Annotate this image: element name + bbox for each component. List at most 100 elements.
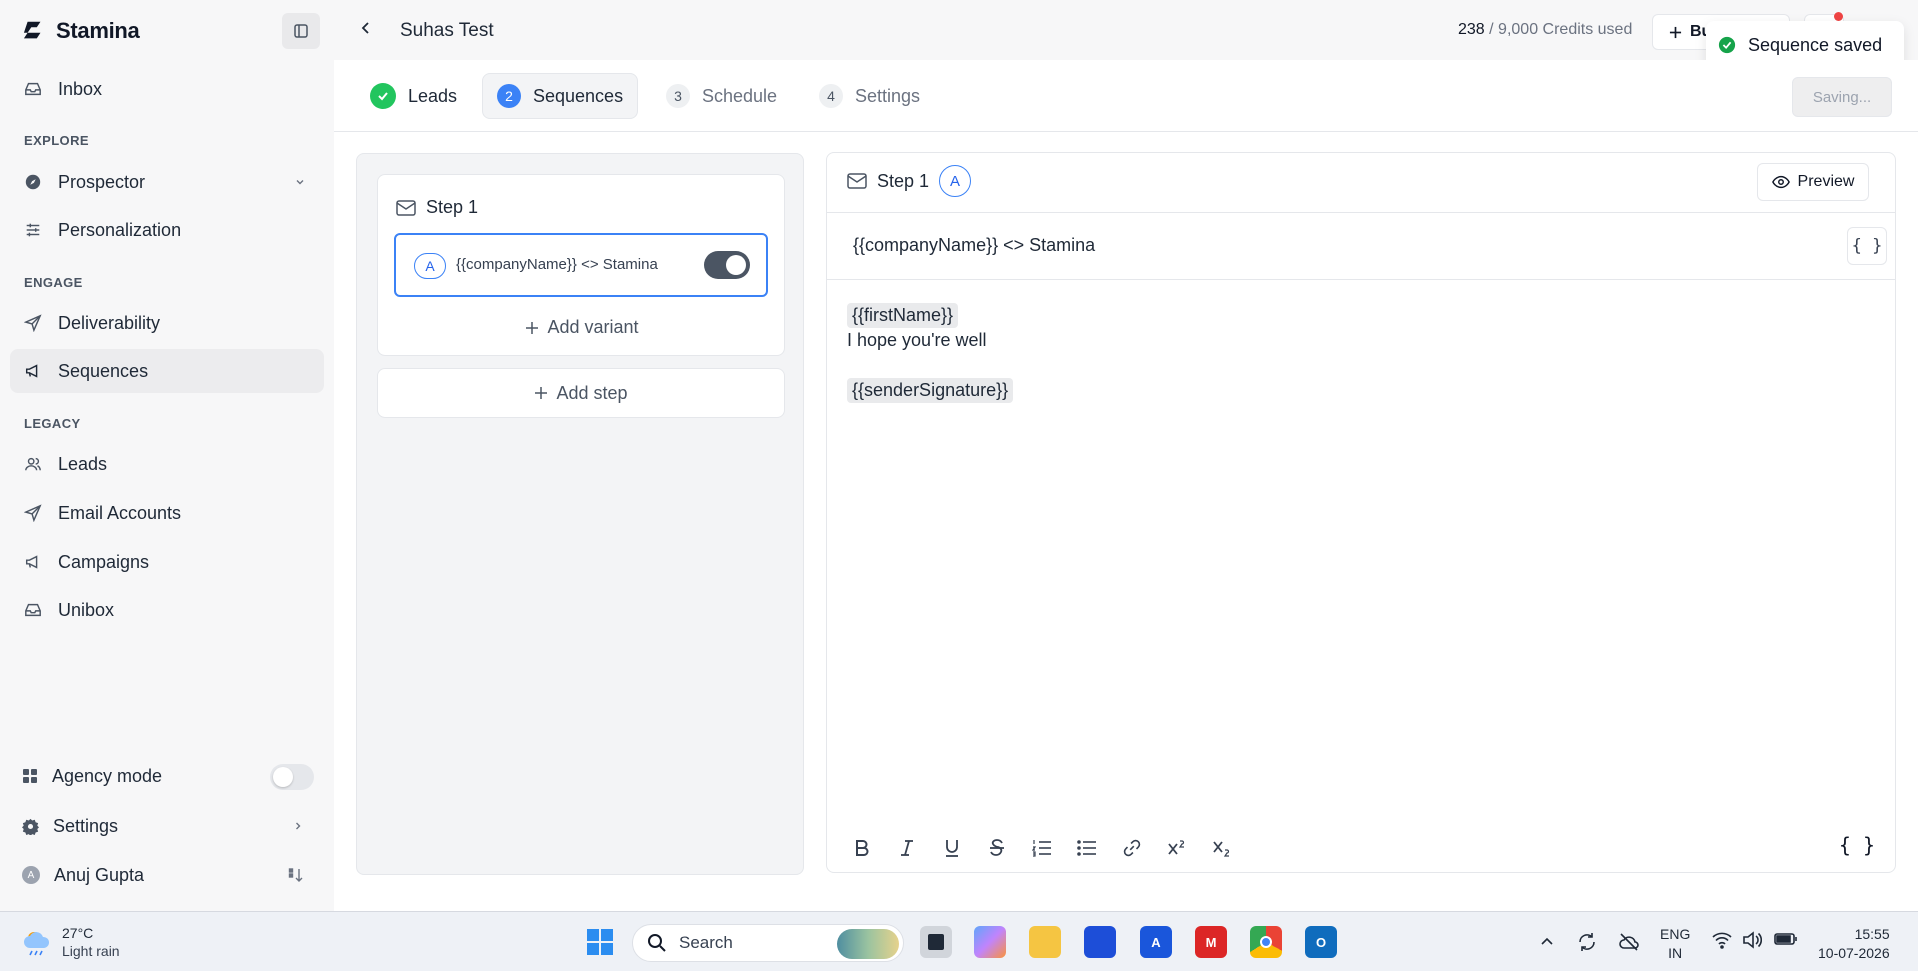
editor-step: Step 1 A (847, 165, 972, 197)
superscript-icon (1167, 840, 1184, 855)
file-explorer-icon[interactable] (1029, 926, 1061, 958)
sidebar-item-settings[interactable]: Settings (8, 804, 322, 848)
link-button[interactable] (1109, 833, 1154, 863)
credits-total: / 9,000 Credits used (1489, 21, 1633, 38)
add-variant-label: Add variant (547, 317, 639, 337)
insert-variable-button[interactable]: { } (1839, 833, 1875, 857)
save-button[interactable]: Saving... (1792, 77, 1892, 117)
step-card-header: Step 1 (396, 197, 478, 218)
editor-step-title: Step 1 (877, 170, 930, 191)
sidebar-item-personalization[interactable]: Personalization (10, 208, 324, 252)
microsoft-store-icon[interactable] (1084, 926, 1116, 958)
megaphone-icon (25, 555, 38, 569)
temperature: 27°C (62, 925, 94, 941)
sidebar-item-sequences[interactable]: Sequences (10, 349, 324, 393)
sidebar: Stamina Inbox EXPLORE Prospector Persona… (0, 0, 334, 911)
user-name: Anuj Gupta (54, 864, 145, 885)
section-legacy: LEGACY (24, 416, 81, 431)
preview-button[interactable]: Preview (1757, 163, 1869, 201)
variant-toggle[interactable] (704, 251, 750, 279)
user-menu[interactable]: A Anuj Gupta (8, 853, 322, 897)
subject-field[interactable]: {{companyName}} <> Stamina { } (827, 213, 1895, 280)
tab-label: Schedule (702, 85, 778, 106)
task-view-icon[interactable] (920, 926, 952, 958)
bullet-list-button[interactable] (1064, 833, 1109, 863)
variant-item[interactable]: A {{companyName}} <> Stamina (394, 233, 768, 297)
add-variant-button[interactable]: Add variant (378, 317, 786, 338)
bold-button[interactable] (839, 833, 884, 863)
credits-used: 238 (1458, 21, 1485, 38)
weather-widget[interactable]: 27°C Light rain (22, 924, 120, 960)
volume-icon[interactable] (1742, 931, 1762, 949)
search-highlight-image (837, 929, 899, 959)
section-engage: ENGAGE (24, 275, 83, 290)
sidebar-item-leads[interactable]: Leads (10, 442, 324, 486)
tab-settings[interactable]: 4 Settings (805, 73, 934, 119)
body-line: {{firstName}} (847, 303, 1013, 328)
switch-icon (288, 868, 303, 882)
italic-button[interactable] (884, 833, 929, 863)
weather-text: 27°C Light rain (62, 924, 120, 960)
variant-subject: {{companyName}} <> Stamina (456, 256, 658, 273)
app-icon[interactable]: A (1140, 926, 1172, 958)
sliders-icon (26, 223, 40, 237)
sidebar-item-inbox[interactable]: Inbox (10, 67, 324, 111)
tab-schedule[interactable]: 3 Schedule (652, 73, 791, 119)
outlook-icon[interactable]: O (1305, 926, 1337, 958)
windows-taskbar: 27°C Light rain Search A M O ENG IN 15:5… (0, 911, 1918, 971)
copilot-icon[interactable] (974, 926, 1006, 958)
mcafee-icon[interactable]: M (1195, 926, 1227, 958)
tab-sequences[interactable]: 2 Sequences (482, 73, 639, 119)
sidebar-item-prospector[interactable]: Prospector (10, 160, 324, 204)
wifi-icon[interactable] (1712, 931, 1732, 949)
email-body[interactable]: {{firstName}} I hope you're well {{sende… (847, 303, 1014, 403)
subject-text: {{companyName}} <> Stamina (853, 235, 1096, 255)
language-indicator[interactable]: ENG IN (1660, 925, 1690, 963)
ordered-list-icon (1031, 840, 1051, 857)
clock-date: 10-07-2026 (1818, 945, 1890, 961)
sidebar-item-email-accounts[interactable]: Email Accounts (10, 491, 324, 535)
ordered-list-button[interactable] (1019, 833, 1064, 863)
notification-dot (1834, 12, 1843, 21)
cloud-off-icon[interactable] (1618, 931, 1640, 953)
battery-icon[interactable] (1774, 931, 1798, 947)
page-title: Suhas Test (400, 20, 494, 41)
region-code: IN (1668, 945, 1683, 961)
chevron-down-icon (296, 180, 304, 185)
sync-icon[interactable] (1576, 931, 1598, 953)
main-content: Leads 2 Sequences 3 Schedule 4 Settings … (334, 60, 1918, 911)
check-icon (370, 83, 396, 109)
toggle-knob (726, 255, 746, 275)
add-step-button[interactable]: Add step (377, 368, 785, 418)
taskbar-search[interactable]: Search (632, 924, 904, 962)
compass-icon (25, 174, 41, 190)
sidebar-item-deliverability[interactable]: Deliverability (10, 301, 324, 345)
agency-mode-toggle[interactable] (270, 764, 314, 790)
check-circle-icon (1718, 36, 1736, 54)
credits-usage: 238 / 9,000 Credits used (1458, 21, 1632, 39)
chrome-icon[interactable] (1250, 926, 1282, 958)
underline-button[interactable] (929, 833, 974, 863)
body-line: {{senderSignature}} (847, 378, 1014, 403)
system-clock[interactable]: 15:55 10-07-2026 (1818, 925, 1890, 963)
top-header: Suhas Test 238 / 9,000 Credits used Bu (334, 0, 1918, 60)
step-card[interactable]: Step 1 A {{companyName}} <> Stamina Add … (377, 174, 785, 356)
superscript-button[interactable] (1154, 833, 1199, 863)
email-editor: Step 1 A Preview {{companyName}} <> Stam… (826, 152, 1896, 873)
subscript-button[interactable] (1199, 833, 1244, 863)
chevron-left-icon (361, 22, 369, 34)
sidebar-collapse-button[interactable] (282, 13, 320, 49)
section-explore: EXPLORE (24, 133, 89, 148)
chevron-up-icon[interactable] (1540, 936, 1554, 946)
sidebar-item-unibox[interactable]: Unibox (10, 588, 324, 632)
editor-header: Step 1 A Preview (827, 153, 1895, 213)
tab-leads[interactable]: Leads (356, 73, 471, 119)
back-button[interactable] (356, 18, 376, 43)
sidebar-item-campaigns[interactable]: Campaigns (10, 540, 324, 584)
insert-variable-button[interactable]: { } (1847, 227, 1887, 265)
brand[interactable]: Stamina (22, 18, 140, 44)
strikethrough-button[interactable] (974, 833, 1019, 863)
windows-start-icon[interactable] (584, 926, 616, 958)
bullet-list-icon (1076, 840, 1096, 856)
inbox-icon (25, 603, 41, 617)
